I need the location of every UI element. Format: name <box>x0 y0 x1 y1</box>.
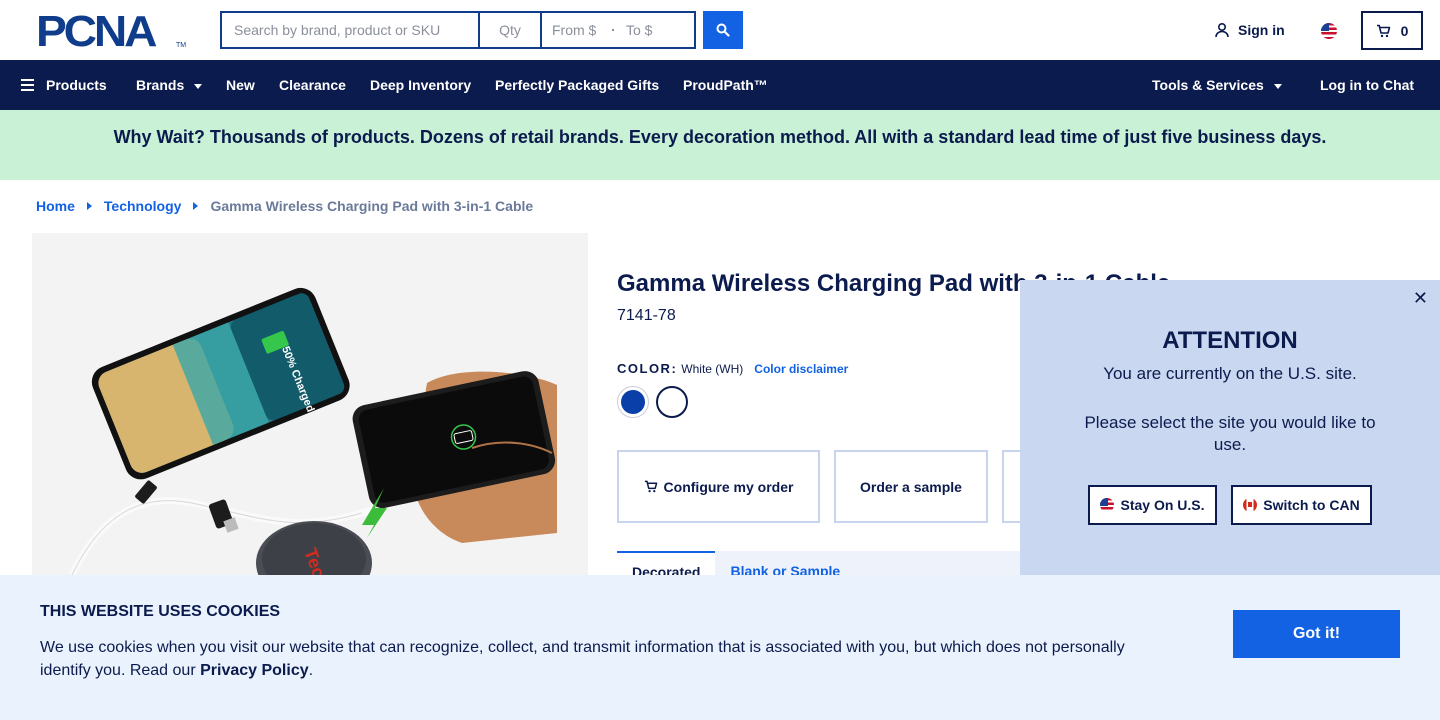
attention-title: ATTENTION <box>1162 327 1298 354</box>
promo-text: Why Wait? Thousands of products. Dozens … <box>113 126 1327 147</box>
chevron-down-icon <box>194 83 203 89</box>
configure-order-label: Configure my order <box>663 478 794 495</box>
nav-deep-inventory[interactable]: Deep Inventory <box>370 60 471 110</box>
us-flag-icon <box>1100 498 1115 512</box>
got-it-button[interactable]: Got it! <box>1233 610 1400 658</box>
price-to-input[interactable] <box>626 22 684 38</box>
privacy-policy-link[interactable]: Privacy Policy <box>200 662 309 679</box>
nav-new[interactable]: New <box>226 60 255 110</box>
us-flag-icon[interactable] <box>1321 23 1337 39</box>
nav-proudpath[interactable]: ProudPath™ <box>683 60 768 110</box>
cookie-text: We use cookies when you visit our websit… <box>40 636 1150 682</box>
switch-can-label: Switch to CAN <box>1263 497 1360 513</box>
cart-count: 0 <box>1400 22 1409 39</box>
canada-flag-icon <box>1243 498 1258 512</box>
nav-brands[interactable]: Brands <box>136 60 203 110</box>
site-selection-popup: ✕ ATTENTION You are currently on the U.S… <box>1020 280 1440 575</box>
search-bar <box>220 11 696 49</box>
pricing-tabs: Decorated Blank or Sample <box>617 551 1021 591</box>
stay-us-label: Stay On U.S. <box>1120 497 1205 513</box>
attention-message: You are currently on the U.S. site. <box>1103 364 1357 383</box>
pcna-logo[interactable]: PCNA TM <box>36 7 187 56</box>
sign-in-label: Sign in <box>1238 22 1285 38</box>
breadcrumb-current: Gamma Wireless Charging Pad with 3-in-1 … <box>210 198 534 214</box>
qty-input[interactable] <box>478 13 540 47</box>
cart-button[interactable]: 0 <box>1361 11 1423 50</box>
logo-text: PCNA <box>36 7 157 56</box>
nav-perfectly-packaged[interactable]: Perfectly Packaged Gifts <box>495 60 659 110</box>
nav-tools-label: Tools & Services <box>1152 77 1264 93</box>
product-photo: 50% Charged Tech Direct <box>32 233 588 575</box>
color-swatch-blue[interactable] <box>617 386 649 418</box>
price-separator <box>612 29 614 31</box>
main-nav: Products Brands New Clearance Deep Inven… <box>0 60 1440 110</box>
top-header: PCNA TM Sign in 0 <box>0 0 1440 60</box>
hamburger-icon <box>21 78 34 92</box>
price-range <box>540 13 694 47</box>
nav-brands-label: Brands <box>136 77 185 93</box>
color-value: White (WH) <box>681 362 744 376</box>
nav-tools-services[interactable]: Tools & Services <box>1152 60 1282 110</box>
breadcrumb-home[interactable]: Home <box>36 198 75 214</box>
color-label: COLOR: <box>617 361 678 376</box>
search-button[interactable] <box>703 11 743 49</box>
color-disclaimer-link[interactable]: Color disclaimer <box>754 362 848 376</box>
color-row: COLOR: White (WH) Color disclaimer <box>617 361 848 376</box>
caret-right-icon <box>86 202 92 210</box>
color-swatch-white[interactable] <box>656 386 688 418</box>
chevron-down-icon <box>1273 83 1282 89</box>
search-input[interactable] <box>222 13 478 47</box>
user-icon <box>1215 22 1229 38</box>
breadcrumb: Home Technology Gamma Wireless Charging … <box>36 198 533 214</box>
order-sample-button[interactable]: Order a sample <box>834 450 988 523</box>
attention-message-select: Please select the site you would like to… <box>1084 413 1376 454</box>
close-icon[interactable]: ✕ <box>1413 288 1428 309</box>
caret-right-icon <box>193 202 199 210</box>
stay-us-button[interactable]: Stay On U.S. <box>1088 485 1217 525</box>
cart-icon <box>1376 24 1390 37</box>
promo-banner: Why Wait? Thousands of products. Dozens … <box>0 110 1440 180</box>
product-image[interactable]: 50% Charged Tech Direct <box>32 233 588 575</box>
cookie-end: . <box>308 662 314 679</box>
cookie-title: THIS WEBSITE USES COOKIES <box>40 603 281 620</box>
cookie-banner: THIS WEBSITE USES COOKIES We use cookies… <box>0 575 1440 720</box>
switch-can-button[interactable]: Switch to CAN <box>1231 485 1372 525</box>
nav-products[interactable]: Products <box>21 60 107 110</box>
breadcrumb-technology[interactable]: Technology <box>104 198 182 214</box>
sign-in-link[interactable]: Sign in <box>1214 22 1285 38</box>
product-sku: 7141-78 <box>617 307 676 324</box>
nav-products-label: Products <box>46 77 107 93</box>
nav-clearance[interactable]: Clearance <box>279 60 346 110</box>
cart-icon <box>644 480 657 493</box>
logo-trademark: TM <box>176 42 187 49</box>
configure-order-button[interactable]: Configure my order <box>617 450 820 523</box>
order-sample-label: Order a sample <box>860 478 962 495</box>
nav-log-in-to-chat[interactable]: Log in to Chat <box>1320 60 1414 110</box>
search-icon <box>716 23 730 37</box>
price-from-input[interactable] <box>552 22 610 38</box>
